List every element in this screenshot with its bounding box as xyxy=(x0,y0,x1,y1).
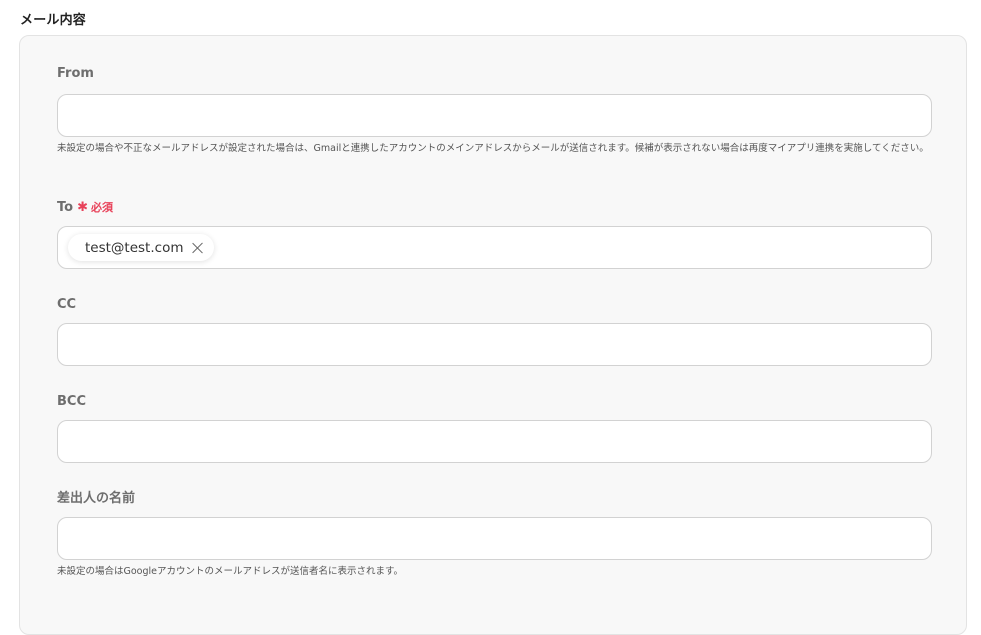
cc-label-text: CC xyxy=(57,297,77,312)
from-label-text: From xyxy=(57,66,94,81)
from-field-group: From 未設定の場合や不正なメールアドレスが設定された場合は、Gmailと連携… xyxy=(57,65,932,156)
from-input[interactable] xyxy=(57,94,932,137)
required-asterisk-icon: ✱ xyxy=(77,200,88,215)
cc-field-group: CC xyxy=(57,296,932,366)
required-badge: 必須 xyxy=(90,201,113,214)
to-input[interactable]: test@test.com xyxy=(57,226,932,269)
recipient-chip-label: test@test.com xyxy=(85,239,184,256)
sender-name-input[interactable] xyxy=(57,517,932,560)
bcc-label: BCC xyxy=(57,393,932,411)
bcc-input[interactable] xyxy=(57,420,932,463)
recipient-chip: test@test.com xyxy=(68,234,215,261)
bcc-field-group: BCC xyxy=(57,393,932,463)
mail-content-card: From 未設定の場合や不正なメールアドレスが設定された場合は、Gmailと連携… xyxy=(19,35,967,635)
to-field-group: To ✱ 必須 test@test.com xyxy=(57,199,932,269)
from-help-text: 未設定の場合や不正なメールアドレスが設定された場合は、Gmailと連携したアカウ… xyxy=(57,143,929,154)
sender-name-label: 差出人の名前 xyxy=(57,490,932,508)
to-label: To ✱ 必須 xyxy=(57,199,932,217)
from-label: From xyxy=(57,65,932,83)
section-title: メール内容 xyxy=(20,13,87,28)
sender-name-field-group: 差出人の名前 未設定の場合はGoogleアカウントのメールアドレスが送信者名に表… xyxy=(57,490,932,579)
to-label-text: To xyxy=(57,200,74,215)
cc-label: CC xyxy=(57,296,932,314)
cc-input[interactable] xyxy=(57,323,932,366)
sender-name-help-text: 未設定の場合はGoogleアカウントのメールアドレスが送信者名に表示されます。 xyxy=(57,566,404,577)
bcc-label-text: BCC xyxy=(57,394,86,409)
close-icon[interactable] xyxy=(192,242,204,254)
sender-name-label-text: 差出人の名前 xyxy=(57,491,136,506)
